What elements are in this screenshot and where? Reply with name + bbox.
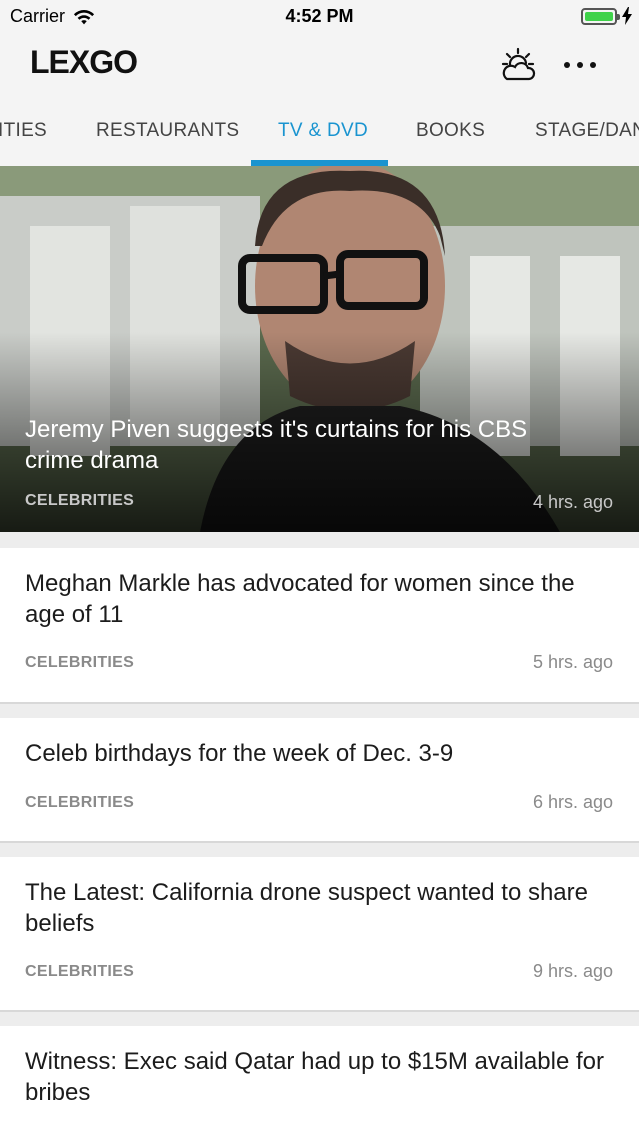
- charging-bolt-icon: [622, 7, 632, 25]
- status-bar: Carrier 4:52 PM: [0, 0, 639, 34]
- status-time: 4:52 PM: [285, 6, 354, 26]
- dot: [564, 62, 570, 68]
- dot: [590, 62, 596, 68]
- article-timestamp: 6 hrs. ago: [532, 792, 613, 812]
- article-card[interactable]: Celeb birthdays for the week of Dec. 3-9…: [0, 718, 639, 843]
- article-category[interactable]: CELEBRITIES: [25, 794, 134, 812]
- article-title: Celeb birthdays for the week of Dec. 3-9: [25, 740, 454, 767]
- dot: [577, 62, 583, 68]
- app-header: LEXGO: [0, 34, 639, 96]
- tab-celebrities[interactable]: ITIES: [0, 120, 47, 142]
- more-options-button[interactable]: [564, 62, 596, 68]
- article-title: Meghan Markle has advocated for women si…: [25, 570, 575, 628]
- partly-cloudy-icon[interactable]: [498, 46, 538, 84]
- article-card[interactable]: The Latest: California drone suspect wan…: [0, 857, 639, 1012]
- article-timestamp: 5 hrs. ago: [532, 652, 613, 672]
- hero-title: Jeremy Piven suggests it's curtains for …: [25, 416, 528, 474]
- tab-restaurants[interactable]: RESTAURANTS: [96, 120, 239, 142]
- article-card[interactable]: Meghan Markle has advocated for women si…: [0, 548, 639, 704]
- article-title: Witness: Exec said Qatar had up to $15M …: [25, 1048, 604, 1106]
- article-title: The Latest: California drone suspect wan…: [25, 879, 588, 937]
- category-tabs: ITIES RESTAURANTS TV & DVD BOOKS STAGE/D…: [0, 96, 639, 166]
- tab-stage-dance[interactable]: STAGE/DANC: [535, 120, 639, 142]
- hero-timestamp: 4 hrs. ago: [532, 492, 613, 512]
- app-logo[interactable]: LEXGO: [30, 44, 138, 81]
- hero-category[interactable]: CELEBRITIES: [25, 492, 134, 510]
- tab-tv-dvd[interactable]: TV & DVD: [278, 120, 368, 142]
- article-timestamp: 9 hrs. ago: [532, 961, 613, 981]
- hero-article[interactable]: Jeremy Piven suggests it's curtains for …: [0, 166, 639, 532]
- battery-level: [585, 12, 613, 21]
- article-card[interactable]: Witness: Exec said Qatar had up to $15M …: [0, 1026, 639, 1136]
- article-category[interactable]: CELEBRITIES: [25, 654, 134, 672]
- battery-icon: [581, 8, 620, 25]
- tab-books[interactable]: BOOKS: [416, 120, 485, 142]
- article-category[interactable]: CELEBRITIES: [25, 963, 134, 981]
